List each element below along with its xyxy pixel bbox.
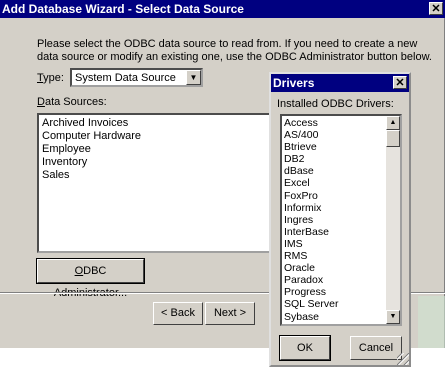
type-select[interactable]: System Data Source ▼ [70,68,203,87]
data-sources-list[interactable]: Archived Invoices Computer Hardware Empl… [37,113,277,253]
type-select-value: System Data Source [75,72,176,84]
background-shape [418,296,445,348]
list-item[interactable]: Excel [284,177,384,189]
scroll-up-arrow-icon[interactable]: ▲ [386,116,400,130]
list-item[interactable]: Paradox [284,274,384,286]
close-icon: ✕ [395,77,405,89]
wizard-close-button[interactable]: ✕ [429,2,443,15]
list-item[interactable]: FoxPro [284,190,384,202]
resize-grip-icon[interactable] [397,353,409,365]
list-item[interactable]: Archived Invoices [42,117,272,130]
scroll-down-arrow-icon[interactable]: ▼ [386,310,400,324]
drivers-dialog: Drivers ✕ Installed ODBC Drivers: Access… [269,72,411,367]
list-item[interactable]: Sales [42,169,272,182]
data-sources-label: Data Sources: [37,96,107,108]
drivers-scrollbar[interactable]: ▲ ▼ [386,116,400,324]
list-item[interactable]: Btrieve [284,141,384,153]
list-item[interactable]: Ingres [284,214,384,226]
list-item[interactable]: IMS [284,238,384,250]
list-item[interactable]: Informix [284,202,384,214]
ok-button[interactable]: OK [279,335,331,361]
list-item[interactable]: InterBase [284,226,384,238]
list-item[interactable]: RMS [284,250,384,262]
list-item[interactable]: Inventory [42,156,272,169]
list-item[interactable]: SQL Server [284,298,384,310]
list-item[interactable]: AS/400 [284,129,384,141]
odbc-button-accel: O [74,265,84,277]
list-item[interactable]: DB2 [284,153,384,165]
drivers-titlebar: Drivers ✕ [271,74,409,92]
list-item[interactable]: dBase [284,165,384,177]
drivers-list-items: Access AS/400 Btrieve DB2 dBase Excel Fo… [284,117,384,323]
cancel-button[interactable]: Cancel [350,336,402,360]
chevron-down-icon[interactable]: ▼ [186,70,201,85]
data-sources-label-rest: ata Sources: [44,96,107,108]
list-item[interactable]: Computer Hardware [42,130,272,143]
wizard-title: Add Database Wizard - Select Data Source [2,2,244,16]
odbc-administrator-button[interactable]: ODBC Administrator... [36,258,145,299]
drivers-list[interactable]: Access AS/400 Btrieve DB2 dBase Excel Fo… [280,114,402,326]
instructions-text: Please select the ODBC data source to re… [37,38,432,63]
type-label: Type: [37,72,64,84]
data-sources-label-accel: D [37,96,45,108]
back-button[interactable]: < Back [153,302,203,325]
list-item[interactable]: Access [284,117,384,129]
wizard-titlebar: Add Database Wizard - Select Data Source… [0,0,445,18]
list-item[interactable]: Progress [284,286,384,298]
drivers-title: Drivers [273,76,315,90]
close-icon: ✕ [431,3,441,15]
drivers-list-label: Installed ODBC Drivers: [277,98,394,110]
scroll-thumb[interactable] [386,130,400,147]
list-item[interactable]: Employee [42,143,272,156]
drivers-close-button[interactable]: ✕ [393,76,407,89]
type-label-rest: ype: [43,72,64,84]
list-item[interactable]: Sybase [284,311,384,323]
list-item[interactable]: Oracle [284,262,384,274]
next-button[interactable]: Next > [205,302,255,325]
